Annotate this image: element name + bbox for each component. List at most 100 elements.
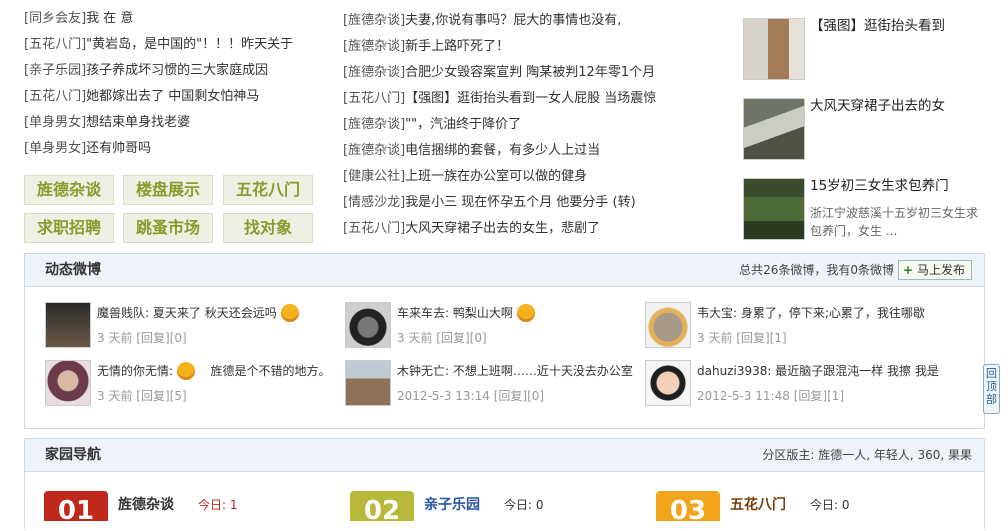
topic-tag[interactable]: [旌德杂谈]: [343, 117, 405, 132]
weibo-user[interactable]: dahuzi3938: [697, 364, 767, 378]
forum-number: 01: [44, 491, 108, 526]
topic-tag[interactable]: [单身男女]: [24, 115, 86, 130]
topic-title[interactable]: 夫妻,你说有事吗？屁大的事情也没有,: [405, 13, 621, 28]
weibo-user[interactable]: 魔兽贱队: [97, 306, 145, 320]
quick-link-flea-market[interactable]: 跳蚤市场: [123, 213, 213, 243]
list-item[interactable]: [同乡会友]我 在 意: [24, 6, 324, 32]
reply-link[interactable]: [回复][1]: [736, 331, 786, 345]
forum-today: 今日: 1: [198, 498, 238, 512]
post-weibo-button[interactable]: + 马上发布: [897, 260, 972, 280]
list-item[interactable]: [健康公社]上班一族在办公室可以做的健身: [343, 164, 723, 190]
weibo-meta: 3 天前 [回复][0]: [397, 329, 487, 346]
topic-tag[interactable]: [亲子乐园]: [24, 63, 86, 78]
topic-tag[interactable]: [旌德杂谈]: [343, 13, 405, 28]
forum-name[interactable]: 五花八门: [730, 494, 786, 514]
avatar[interactable]: [645, 360, 691, 406]
reply-link[interactable]: [回复][0]: [136, 331, 186, 345]
topic-tag[interactable]: [五花八门]: [343, 221, 405, 236]
avatar[interactable]: [345, 302, 391, 348]
forum-name[interactable]: 旌德杂谈: [118, 494, 174, 514]
list-item[interactable]: [单身男女]还有帅哥吗: [24, 136, 324, 162]
weibo-text: 身累了，停下来;心累了，我往哪歇: [740, 306, 925, 320]
weibo-text: 鸭梨山大啊: [452, 306, 513, 320]
weibo-panel-header: 动态微博 总共26条微博，我有0条微博 + 马上发布: [25, 254, 984, 287]
reply-link[interactable]: [回复][5]: [136, 389, 186, 403]
topic-title[interactable]: ""，汽油终于降价了: [405, 117, 521, 132]
quick-link-dating[interactable]: 找对象: [223, 213, 313, 243]
list-item[interactable]: [五花八门]"黄岩岛，是中国的"！！！昨天关于: [24, 32, 324, 58]
weibo-user[interactable]: 木钟无亡: [397, 364, 445, 378]
topic-title[interactable]: 【强图】逛街抬头看到一女人屁股 当场震惊: [405, 91, 656, 106]
post-weibo-label: 马上发布: [916, 263, 965, 277]
weibo-time: 2012-5-3 13:14: [397, 389, 490, 403]
topic-tag[interactable]: [旌德杂谈]: [343, 143, 405, 158]
weibo-item: 无情的你无情: 旌德是个不错的地方。 3 天前 [回复][5]: [45, 360, 335, 408]
topic-title[interactable]: 上班一族在办公室可以做的健身: [405, 169, 587, 184]
image-news-item[interactable]: 15岁初三女生求包养门 浙江宁波慈溪十五岁初三女生求包养门，女生 ...: [743, 178, 983, 240]
list-item[interactable]: [旌德杂谈]新手上路吓死了！: [343, 34, 723, 60]
news-thumbnail[interactable]: [743, 98, 805, 160]
list-item[interactable]: [五花八门]【强图】逛街抬头看到一女人屁股 当场震惊: [343, 86, 723, 112]
weibo-user[interactable]: 韦大宝: [697, 306, 733, 320]
news-thumbnail[interactable]: [743, 178, 805, 240]
news-title[interactable]: 【强图】逛街抬头看到: [810, 14, 945, 34]
list-item[interactable]: [亲子乐园]孩子养成坏习惯的三大家庭成因: [24, 58, 324, 84]
weibo-time: 3 天前: [97, 331, 133, 345]
reply-link[interactable]: [回复][1]: [794, 389, 844, 403]
quick-link-jingde[interactable]: 旌德杂谈: [24, 175, 114, 205]
quick-link-jobs[interactable]: 求职招聘: [24, 213, 114, 243]
image-news-item[interactable]: 大风天穿裙子出去的女: [743, 98, 983, 160]
topic-tag[interactable]: [旌德杂谈]: [343, 39, 405, 54]
weibo-time: 3 天前: [97, 389, 133, 403]
quick-link-misc[interactable]: 五花八门: [223, 175, 313, 205]
topic-title[interactable]: 电信捆绑的套餐，有多少人上过当: [405, 143, 600, 158]
quick-link-property[interactable]: 楼盘展示: [123, 175, 213, 205]
topic-tag[interactable]: [五花八门]: [343, 91, 405, 106]
back-to-top-button[interactable]: 回顶部: [983, 364, 1000, 414]
topic-tag[interactable]: [单身男女]: [24, 141, 86, 156]
forum-name[interactable]: 亲子乐园: [424, 494, 480, 514]
weibo-user[interactable]: 车来车去: [397, 306, 445, 320]
reply-link[interactable]: [回复][0]: [494, 389, 544, 403]
reply-link[interactable]: [回复][0]: [436, 331, 486, 345]
list-item[interactable]: [情感沙龙]我是小三 现在怀孕五个月 他要分手 (转): [343, 190, 723, 216]
topic-tag[interactable]: [情感沙龙]: [343, 195, 405, 210]
list-item[interactable]: [旌德杂谈]夫妻,你说有事吗？屁大的事情也没有,: [343, 8, 723, 34]
list-item[interactable]: [旌德杂谈]""，汽油终于降价了: [343, 112, 723, 138]
weibo-item: 魔兽贱队: 夏天来了 秋天还会远吗 3 天前 [回复][0]: [45, 302, 335, 350]
list-item[interactable]: [单身男女]想结束单身找老婆: [24, 110, 324, 136]
topic-tag[interactable]: [旌德杂谈]: [343, 65, 405, 80]
news-title[interactable]: 15岁初三女生求包养门: [810, 174, 949, 194]
topic-tag[interactable]: [五花八门]: [24, 89, 86, 104]
topic-title[interactable]: 大风天穿裙子出去的女生，悲剧了: [405, 221, 600, 236]
list-item[interactable]: [旌德杂谈]电信捆绑的套餐，有多少人上过当: [343, 138, 723, 164]
topic-title[interactable]: 我 在 意: [86, 11, 133, 26]
news-title[interactable]: 大风天穿裙子出去的女: [810, 94, 945, 114]
topic-title[interactable]: 还有帅哥吗: [86, 141, 151, 156]
avatar[interactable]: [45, 302, 91, 348]
plus-icon: +: [902, 263, 914, 277]
image-news-item[interactable]: 【强图】逛街抬头看到: [743, 18, 983, 80]
avatar[interactable]: [645, 302, 691, 348]
weibo-line: 木钟无亡: 不想上班啊……近十天没去办公室: [397, 364, 633, 378]
topic-tag[interactable]: [五花八门]: [24, 37, 86, 52]
weibo-user[interactable]: 无情的你无情: [97, 364, 169, 378]
list-item[interactable]: [旌德杂谈]合肥少女毁容案宣判 陶某被判12年零1个月: [343, 60, 723, 86]
list-item[interactable]: [五花八门]她都嫁出去了 中国剩女怕神马: [24, 84, 324, 110]
list-item[interactable]: [五花八门]大风天穿裙子出去的女生，悲剧了: [343, 216, 723, 242]
topic-title[interactable]: 孩子养成坏习惯的三大家庭成因: [86, 63, 268, 78]
avatar[interactable]: [345, 360, 391, 406]
topic-title[interactable]: "黄岩岛，是中国的"！！！昨天关于: [86, 37, 293, 52]
topic-tag[interactable]: [健康公社]: [343, 169, 405, 184]
topic-title[interactable]: 新手上路吓死了！: [405, 39, 509, 54]
topic-tag[interactable]: [同乡会友]: [24, 11, 86, 26]
avatar[interactable]: [45, 360, 91, 406]
weibo-meta: 2012-5-3 11:48 [回复][1]: [697, 387, 844, 404]
topic-title[interactable]: 想结束单身找老婆: [86, 115, 190, 130]
news-thumbnail[interactable]: [743, 18, 805, 80]
topic-title[interactable]: 我是小三 现在怀孕五个月 他要分手 (转): [405, 195, 636, 210]
topic-title[interactable]: 她都嫁出去了 中国剩女怕神马: [86, 89, 259, 104]
panel-title: 动态微博: [45, 262, 101, 278]
topic-title[interactable]: 合肥少女毁容案宣判 陶某被判12年零1个月: [405, 65, 655, 80]
middle-topic-list: [旌德杂谈]夫妻,你说有事吗？屁大的事情也没有, [旌德杂谈]新手上路吓死了！ …: [343, 0, 723, 242]
